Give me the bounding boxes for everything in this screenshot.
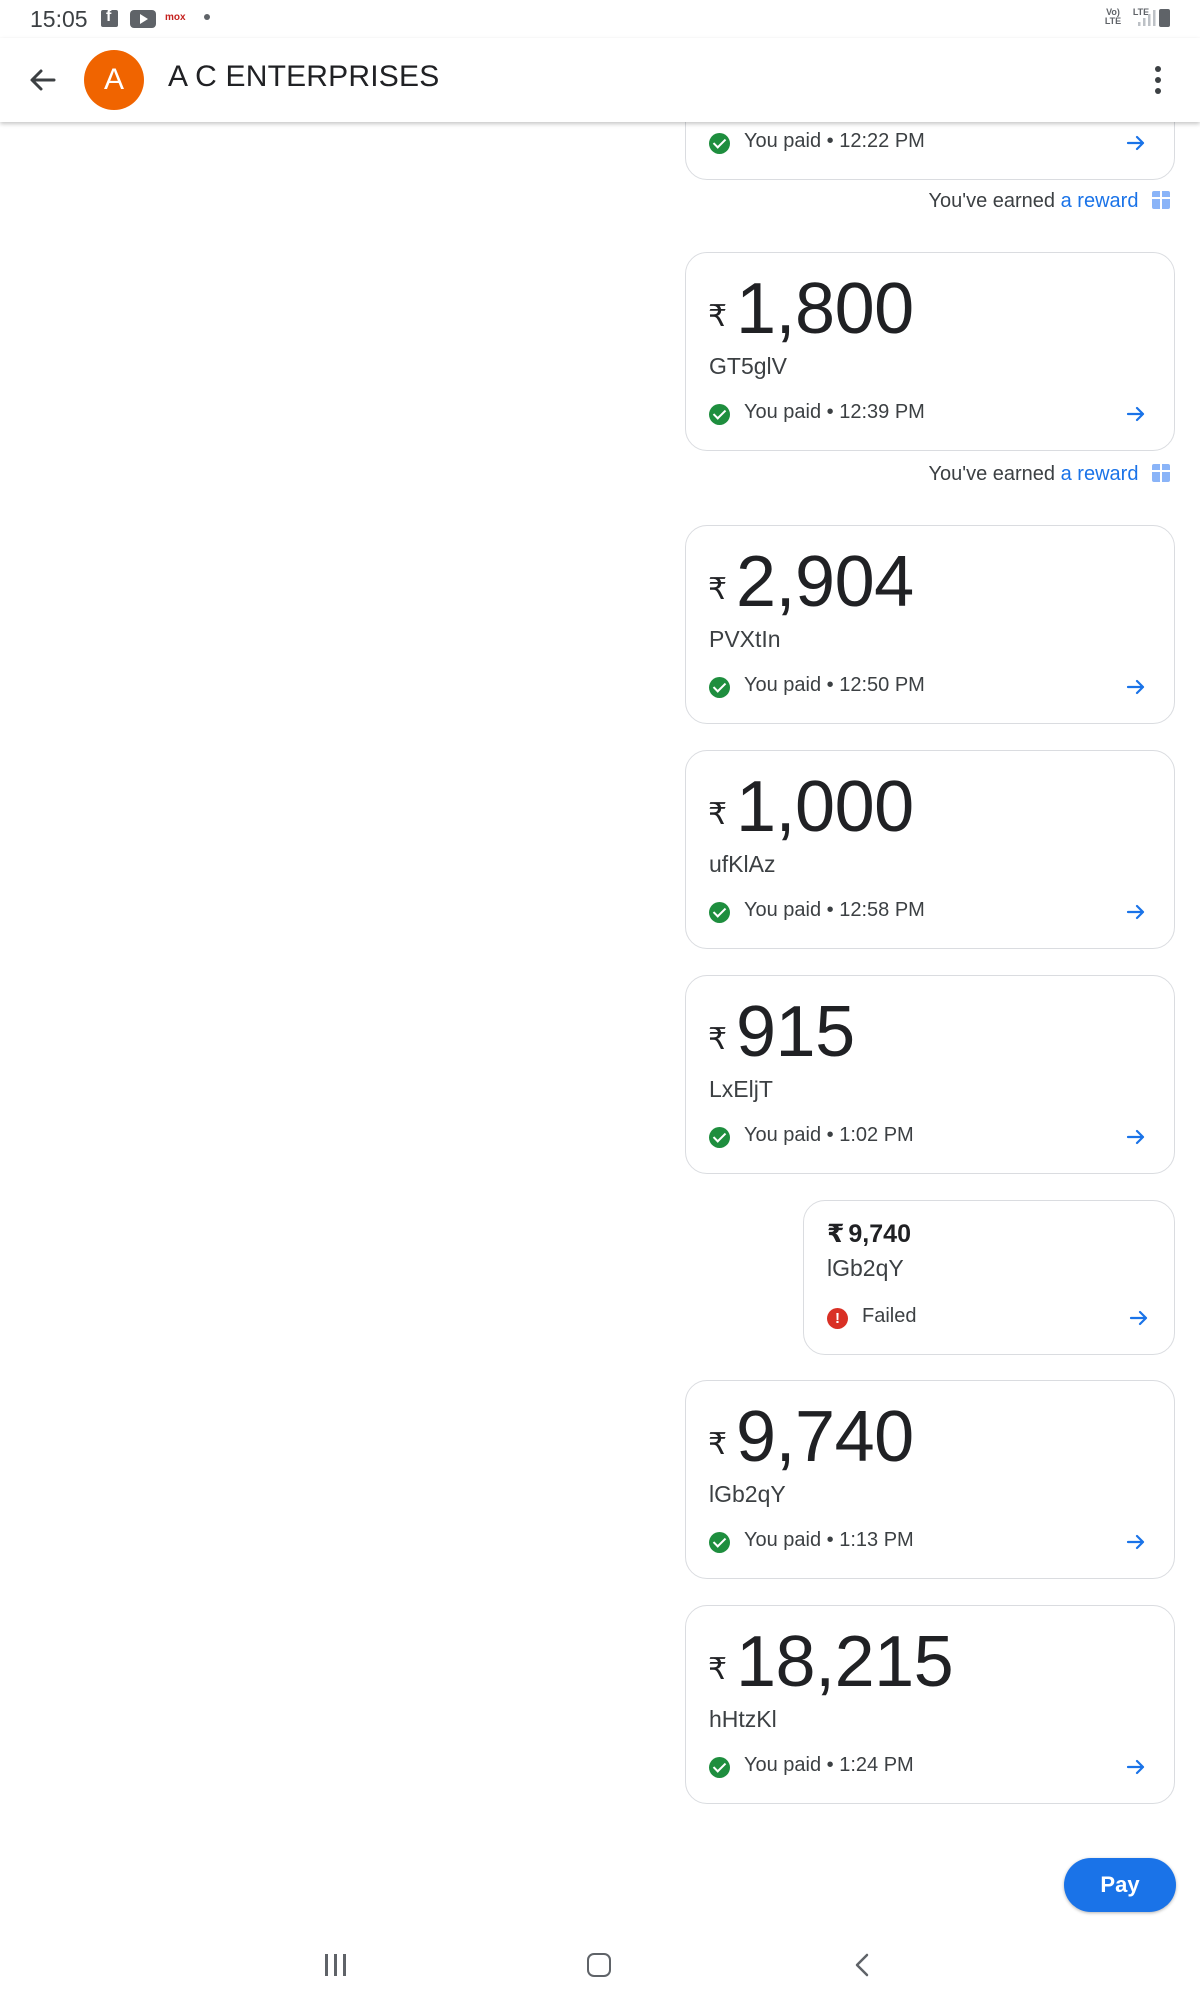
transaction-status-row: You paid • 12:50 PM bbox=[709, 672, 1149, 702]
transaction-amount: 9,740 bbox=[848, 1220, 911, 1248]
back-arrow-icon[interactable] bbox=[22, 59, 64, 101]
facebook-icon bbox=[101, 8, 118, 27]
transaction-amount: 915 bbox=[736, 992, 855, 1072]
transaction-note: ufKlAz bbox=[709, 851, 776, 877]
transaction-note: hHtzKl bbox=[709, 1706, 777, 1732]
transaction-card[interactable]: You paid • 12:22 PM bbox=[685, 122, 1175, 180]
transaction-amount-small: ₹9,740 bbox=[827, 1219, 911, 1249]
transaction-note: lGb2qY bbox=[827, 1255, 904, 1281]
check-circle-icon bbox=[709, 902, 730, 923]
transaction-amount: 18,215 bbox=[736, 1622, 954, 1702]
check-circle-icon bbox=[709, 1532, 730, 1553]
transaction-card[interactable]: ₹ 2,904 PVXtIn You paid • 12:50 PM bbox=[685, 525, 1175, 724]
transaction-amount: 1,800 bbox=[736, 269, 914, 349]
transaction-status: Failed bbox=[862, 1305, 917, 1327]
avatar[interactable]: A bbox=[84, 50, 144, 110]
transaction-note: PVXtIn bbox=[709, 626, 781, 652]
arrow-right-icon[interactable] bbox=[1123, 401, 1149, 427]
arrow-right-icon[interactable] bbox=[1123, 899, 1149, 925]
reward-message: You've earned a reward bbox=[929, 190, 1170, 213]
transaction-note: lGb2qY bbox=[709, 1481, 786, 1507]
transaction-status: You paid • 12:22 PM bbox=[744, 130, 925, 152]
transaction-list[interactable]: You paid • 12:22 PM You've earned a rewa… bbox=[0, 122, 1200, 1912]
system-nav-bar bbox=[0, 1930, 1200, 2000]
arrow-right-icon[interactable] bbox=[1126, 1305, 1152, 1331]
currency-symbol: ₹ bbox=[708, 1652, 728, 1687]
arrow-right-icon[interactable] bbox=[1123, 674, 1149, 700]
more-options-icon[interactable] bbox=[1138, 60, 1178, 100]
arrow-right-icon[interactable] bbox=[1123, 1529, 1149, 1555]
error-icon: ! bbox=[827, 1308, 848, 1329]
page-title[interactable]: A C ENTERPRISES bbox=[168, 60, 439, 94]
reward-link[interactable]: a reward bbox=[1061, 463, 1139, 485]
currency-symbol: ₹ bbox=[708, 1022, 728, 1057]
transaction-card[interactable]: ₹ 18,215 hHtzKl You paid • 1:24 PM bbox=[685, 1605, 1175, 1804]
check-circle-icon bbox=[709, 133, 730, 154]
reward-prefix: You've earned bbox=[928, 463, 1056, 485]
transaction-status-row: You paid • 1:13 PM bbox=[709, 1527, 1149, 1557]
transaction-status: You paid • 12:39 PM bbox=[744, 401, 925, 423]
transaction-status-row: You paid • 1:24 PM bbox=[709, 1752, 1149, 1782]
failed-transaction-card[interactable]: ₹9,740 lGb2qY ! Failed bbox=[803, 1200, 1175, 1355]
notification-dot-icon bbox=[204, 14, 210, 20]
status-time: 15:05 bbox=[30, 6, 88, 32]
check-circle-icon bbox=[709, 1757, 730, 1778]
transaction-note: GT5glV bbox=[709, 353, 787, 379]
transaction-card[interactable]: ₹ 1,800 GT5glV You paid • 12:39 PM bbox=[685, 252, 1175, 451]
check-circle-icon bbox=[709, 1127, 730, 1148]
reward-prefix: You've earned bbox=[928, 190, 1056, 212]
transaction-status-row: You paid • 1:02 PM bbox=[709, 1122, 1149, 1152]
transaction-status: You paid • 1:24 PM bbox=[744, 1754, 914, 1776]
transaction-status-row: You paid • 12:22 PM bbox=[709, 128, 1149, 158]
currency-symbol: ₹ bbox=[708, 1427, 728, 1462]
battery-icon bbox=[1159, 9, 1170, 27]
mox-icon: mox bbox=[165, 12, 186, 23]
transaction-status: You paid • 12:58 PM bbox=[744, 899, 925, 921]
transaction-status-row: You paid • 12:39 PM bbox=[709, 399, 1149, 429]
currency-symbol: ₹ bbox=[827, 1219, 845, 1248]
reward-link[interactable]: a reward bbox=[1061, 190, 1139, 212]
gift-icon bbox=[1152, 464, 1170, 482]
signal-icon bbox=[1138, 10, 1156, 26]
reward-message: You've earned a reward bbox=[929, 463, 1170, 486]
transaction-amount: 1,000 bbox=[736, 767, 914, 847]
arrow-right-icon[interactable] bbox=[1123, 130, 1149, 156]
transaction-card[interactable]: ₹ 1,000 ufKlAz You paid • 12:58 PM bbox=[685, 750, 1175, 949]
gift-icon bbox=[1152, 191, 1170, 209]
app-bar: A A C ENTERPRISES bbox=[0, 38, 1200, 122]
status-bar: 15:05 mox Vo) LTE LTE bbox=[0, 0, 1200, 38]
currency-symbol: ₹ bbox=[708, 797, 728, 832]
transaction-status: You paid • 12:50 PM bbox=[744, 674, 925, 696]
pay-button[interactable]: Pay bbox=[1064, 1858, 1176, 1912]
home-icon[interactable] bbox=[587, 1953, 611, 1977]
arrow-right-icon[interactable] bbox=[1123, 1124, 1149, 1150]
transaction-note: LxElјT bbox=[709, 1076, 773, 1102]
check-circle-icon bbox=[709, 677, 730, 698]
transaction-card[interactable]: ₹ 915 LxElјT You paid • 1:02 PM bbox=[685, 975, 1175, 1174]
nav-back-icon[interactable] bbox=[850, 1952, 876, 1978]
transaction-amount: 9,740 bbox=[736, 1397, 914, 1477]
transaction-status: You paid • 1:13 PM bbox=[744, 1529, 914, 1551]
transaction-status-row: ! Failed bbox=[827, 1303, 1152, 1333]
currency-symbol: ₹ bbox=[708, 572, 728, 607]
arrow-right-icon[interactable] bbox=[1123, 1754, 1149, 1780]
volte-icon: Vo) LTE bbox=[1104, 7, 1122, 26]
check-circle-icon bbox=[709, 404, 730, 425]
transaction-status: You paid • 1:02 PM bbox=[744, 1124, 914, 1146]
transaction-status-row: You paid • 12:58 PM bbox=[709, 897, 1149, 927]
transaction-amount: 2,904 bbox=[736, 542, 914, 622]
recents-icon[interactable] bbox=[325, 1954, 347, 1976]
transaction-card[interactable]: ₹ 9,740 lGb2qY You paid • 1:13 PM bbox=[685, 1380, 1175, 1579]
youtube-icon bbox=[130, 10, 156, 28]
currency-symbol: ₹ bbox=[708, 299, 728, 334]
